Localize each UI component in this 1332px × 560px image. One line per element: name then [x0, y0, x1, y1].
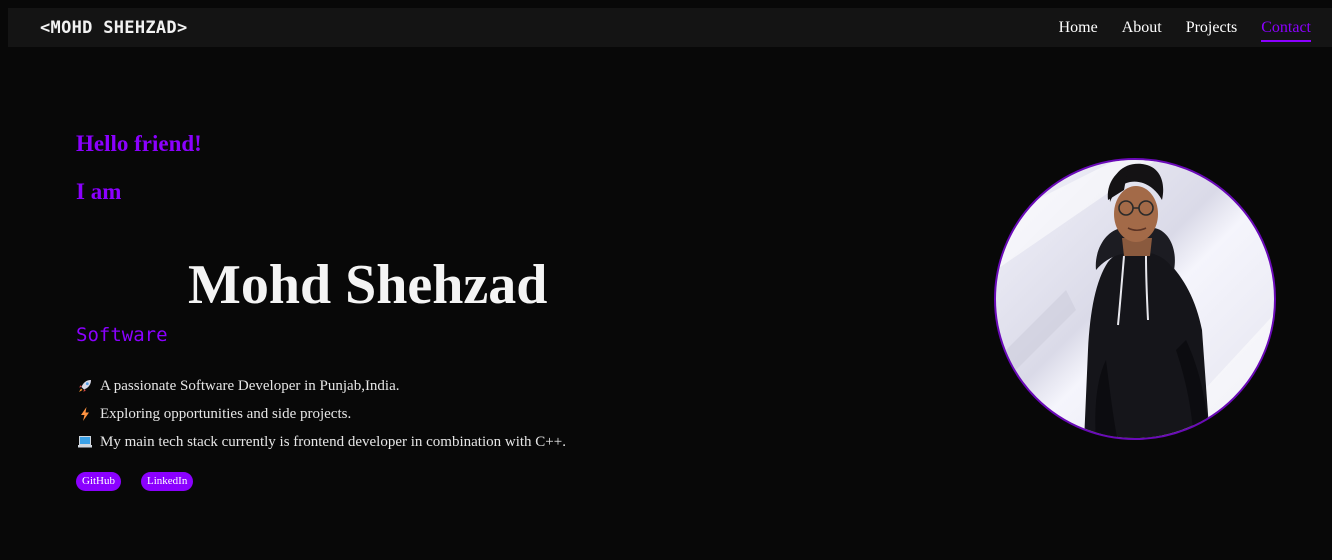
bio-list: A passionate Software Developer in Punja…	[76, 372, 566, 456]
nav-link-contact[interactable]: Contact	[1261, 18, 1311, 42]
profile-person-illustration	[996, 160, 1274, 438]
bio-text: A passionate Software Developer in Punja…	[100, 377, 400, 394]
nav-link-about[interactable]: About	[1122, 18, 1162, 42]
bio-item: Exploring opportunities and side project…	[76, 400, 566, 428]
lightning-icon	[76, 405, 94, 423]
linkedin-button[interactable]: LinkedIn	[141, 472, 194, 491]
nav-link-projects[interactable]: Projects	[1186, 18, 1238, 42]
nav-links: Home About Projects Contact	[1059, 18, 1311, 42]
bio-item: My main tech stack currently is frontend…	[76, 428, 566, 456]
profile-photo	[994, 158, 1276, 440]
hero-name: Mohd Shehzad	[188, 254, 548, 316]
site-logo[interactable]: <MOHD SHEHZAD>	[40, 18, 188, 38]
bio-item: A passionate Software Developer in Punja…	[76, 372, 566, 400]
role-text: Software	[76, 324, 168, 346]
rocket-icon	[76, 377, 94, 395]
bio-text: My main tech stack currently is frontend…	[100, 433, 566, 450]
nav-link-home[interactable]: Home	[1059, 18, 1098, 42]
laptop-icon	[76, 433, 94, 451]
navbar: <MOHD SHEHZAD> Home About Projects Conta…	[8, 8, 1332, 47]
github-button[interactable]: GitHub	[76, 472, 121, 491]
bio-text: Exploring opportunities and side project…	[100, 405, 352, 422]
intro-text: I am	[76, 179, 122, 204]
greeting: Hello friend!	[76, 131, 202, 156]
social-links: GitHub LinkedIn	[76, 472, 194, 491]
